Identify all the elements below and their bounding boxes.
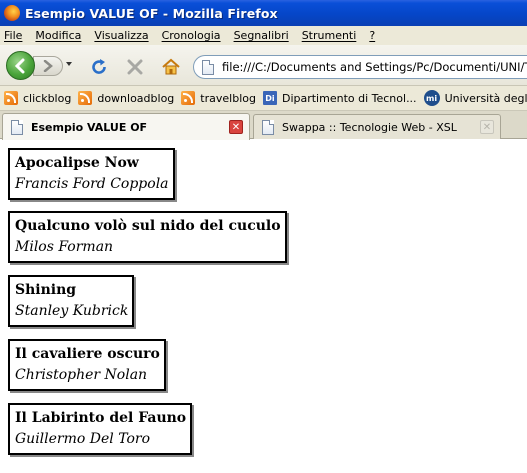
- close-tab-icon[interactable]: ✕: [229, 120, 243, 134]
- close-tab-icon[interactable]: ✕: [480, 120, 494, 134]
- film-title: Shining: [15, 282, 77, 298]
- bookmark-label: downloadblog: [97, 91, 175, 105]
- forward-button[interactable]: [33, 56, 63, 76]
- film-box: Shining Stanley Kubrick: [8, 275, 135, 327]
- rss-icon: [78, 91, 93, 105]
- stop-button[interactable]: [124, 56, 146, 78]
- menu-cronologia[interactable]: Cronologia: [162, 29, 221, 42]
- history-dropdown-icon[interactable]: [66, 62, 72, 66]
- film-box: Il cavaliere oscuro Christopher Nolan: [8, 339, 166, 391]
- tab-esempio-value-of[interactable]: Esempio VALUE OF ✕: [2, 113, 250, 140]
- menu-file[interactable]: File: [4, 29, 22, 42]
- page-content: Apocalipse Now Francis Ford Coppola Qual…: [0, 140, 527, 473]
- menu-modifica[interactable]: Modifica: [35, 29, 81, 42]
- menu-help[interactable]: ?: [369, 29, 375, 42]
- menu-bar: File Modifica Visualizza Cronologia Segn…: [0, 26, 527, 45]
- bookmark-label: Dipartimento di Tecnol...: [281, 91, 417, 105]
- page-icon: [11, 119, 23, 135]
- back-arrow-icon: [14, 58, 24, 73]
- navigation-toolbar: file:///C:/Documents and Settings/Pc/Doc…: [0, 45, 527, 86]
- film-director: Milos Forman: [15, 239, 114, 255]
- rss-icon: [181, 91, 196, 105]
- film-director: Christopher Nolan: [15, 367, 148, 383]
- window-titlebar[interactable]: Esempio VALUE OF - Mozilla Firefox: [0, 0, 527, 26]
- menu-segnalibri[interactable]: Segnalibri: [234, 29, 289, 42]
- tab-label: Esempio VALUE OF: [31, 120, 148, 134]
- film-title: Apocalipse Now: [15, 155, 139, 171]
- tab-label: Swappa :: Tecnologie Web - XSL: [282, 120, 457, 134]
- rss-icon: [4, 91, 18, 105]
- tab-swappa[interactable]: Swappa :: Tecnologie Web - XSL ✕: [253, 114, 501, 139]
- film-director: Guillermo Del Toro: [15, 431, 151, 447]
- page-icon: [262, 119, 274, 135]
- film-director: Francis Ford Coppola: [15, 176, 169, 192]
- tab-strip: Esempio VALUE OF ✕ Swappa :: Tecnologie …: [0, 111, 527, 140]
- menu-visualizza[interactable]: Visualizza: [94, 29, 148, 42]
- bookmarks-toolbar: clickblog downloadblog travelblog Di Dip…: [0, 86, 527, 111]
- dipartimento-icon: Di: [262, 91, 277, 105]
- home-button[interactable]: [160, 56, 182, 78]
- reload-button[interactable]: [88, 56, 110, 78]
- window-title: Esempio VALUE OF - Mozilla Firefox: [25, 5, 278, 21]
- forward-arrow-icon: [43, 60, 53, 72]
- film-box: Qualcuno volò sul nido del cuculo Milos …: [8, 211, 287, 263]
- menu-strumenti[interactable]: Strumenti: [302, 29, 357, 42]
- reload-icon: [92, 59, 106, 74]
- bookmark-clickblog[interactable]: clickblog: [4, 91, 71, 105]
- film-title: Il cavaliere oscuro: [15, 346, 160, 362]
- bookmark-label: Università degli Studi ...: [444, 91, 527, 105]
- address-bar[interactable]: file:///C:/Documents and Settings/Pc/Doc…: [193, 55, 527, 79]
- bookmark-travelblog[interactable]: travelblog: [181, 91, 256, 105]
- stop-icon: [127, 59, 143, 75]
- bookmark-universita[interactable]: mi Università degli Studi ...: [423, 90, 527, 106]
- url-text: file:///C:/Documents and Settings/Pc/Doc…: [222, 60, 527, 74]
- firefox-logo-icon: [4, 5, 20, 21]
- bookmark-label: travelblog: [200, 91, 256, 105]
- university-icon: mi: [423, 90, 440, 106]
- film-box: Il Labirinto del Fauno Guillermo Del Tor…: [8, 403, 193, 455]
- film-title: Qualcuno volò sul nido del cuculo: [15, 218, 281, 234]
- back-button[interactable]: [6, 51, 35, 80]
- bookmark-dipartimento[interactable]: Di Dipartimento di Tecnol...: [262, 91, 417, 105]
- film-director: Stanley Kubrick: [15, 303, 129, 319]
- bookmark-label: clickblog: [23, 91, 72, 105]
- page-icon: [202, 59, 214, 75]
- home-icon: [162, 58, 180, 75]
- bookmark-downloadblog[interactable]: downloadblog: [78, 91, 174, 105]
- film-box: Apocalipse Now Francis Ford Coppola: [8, 148, 175, 200]
- film-title: Il Labirinto del Fauno: [15, 410, 187, 426]
